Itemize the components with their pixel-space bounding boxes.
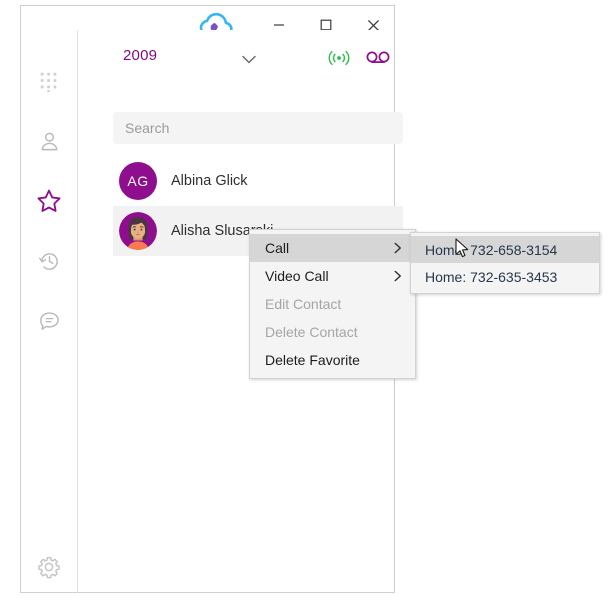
submenu-item-home-2[interactable]: Home: 732-635-3453 [411, 263, 599, 290]
list-item[interactable]: AG Albina Glick [113, 156, 403, 206]
account-bar: 2009 [78, 30, 394, 86]
submenu-item-label: Home: 732-635-3453 [425, 268, 558, 285]
chat-bubble-icon [39, 311, 59, 330]
avatar-photo-icon [119, 212, 157, 250]
voicemail-icon[interactable] [364, 47, 392, 69]
person-icon [41, 132, 57, 150]
extension-number[interactable]: 2009 [123, 47, 157, 64]
call-submenu: Home: 732-658-3154 Home: 732-635-3453 [410, 232, 600, 294]
sidebar-item-history[interactable] [21, 238, 77, 284]
menu-item-video-call[interactable]: Video Call [250, 262, 415, 290]
menu-item-label: Delete Favorite [265, 352, 360, 368]
menu-item-call[interactable]: Call [250, 234, 415, 262]
history-icon [38, 252, 58, 270]
sidebar-item-settings[interactable] [21, 544, 77, 590]
chevron-right-icon [392, 241, 403, 255]
chevron-right-icon [392, 269, 403, 283]
chevron-down-icon[interactable] [238, 48, 260, 70]
submenu-item-label: Home: 732-658-3154 [425, 241, 558, 258]
sidebar-item-messages[interactable] [21, 298, 77, 344]
avatar: AG [119, 162, 157, 200]
menu-item-delete-contact: Delete Contact [250, 318, 415, 346]
avatar [119, 212, 157, 250]
dialpad-icon [40, 72, 57, 92]
menu-item-edit-contact: Edit Contact [250, 290, 415, 318]
navigation-rail [21, 30, 78, 593]
menu-item-delete-favorite[interactable]: Delete Favorite [250, 346, 415, 374]
gear-icon [38, 556, 60, 579]
presence-broadcast-icon[interactable] [326, 46, 352, 70]
contact-name: Albina Glick [171, 173, 248, 189]
sidebar-item-dialpad[interactable] [21, 58, 77, 104]
avatar-initials: AG [127, 173, 149, 189]
submenu-item-home-1[interactable]: Home: 732-658-3154 [411, 236, 599, 263]
menu-item-label: Delete Contact [265, 324, 358, 340]
menu-item-label: Call [265, 240, 290, 256]
menu-item-label: Edit Contact [265, 296, 342, 312]
search-input[interactable] [113, 112, 403, 144]
star-icon [37, 189, 61, 212]
context-menu: Call Video Call Edit Contact Delete Cont… [249, 229, 416, 379]
menu-item-label: Video Call [265, 268, 329, 284]
sidebar-item-contacts[interactable] [21, 118, 77, 164]
sidebar-item-favorites[interactable] [21, 178, 77, 224]
